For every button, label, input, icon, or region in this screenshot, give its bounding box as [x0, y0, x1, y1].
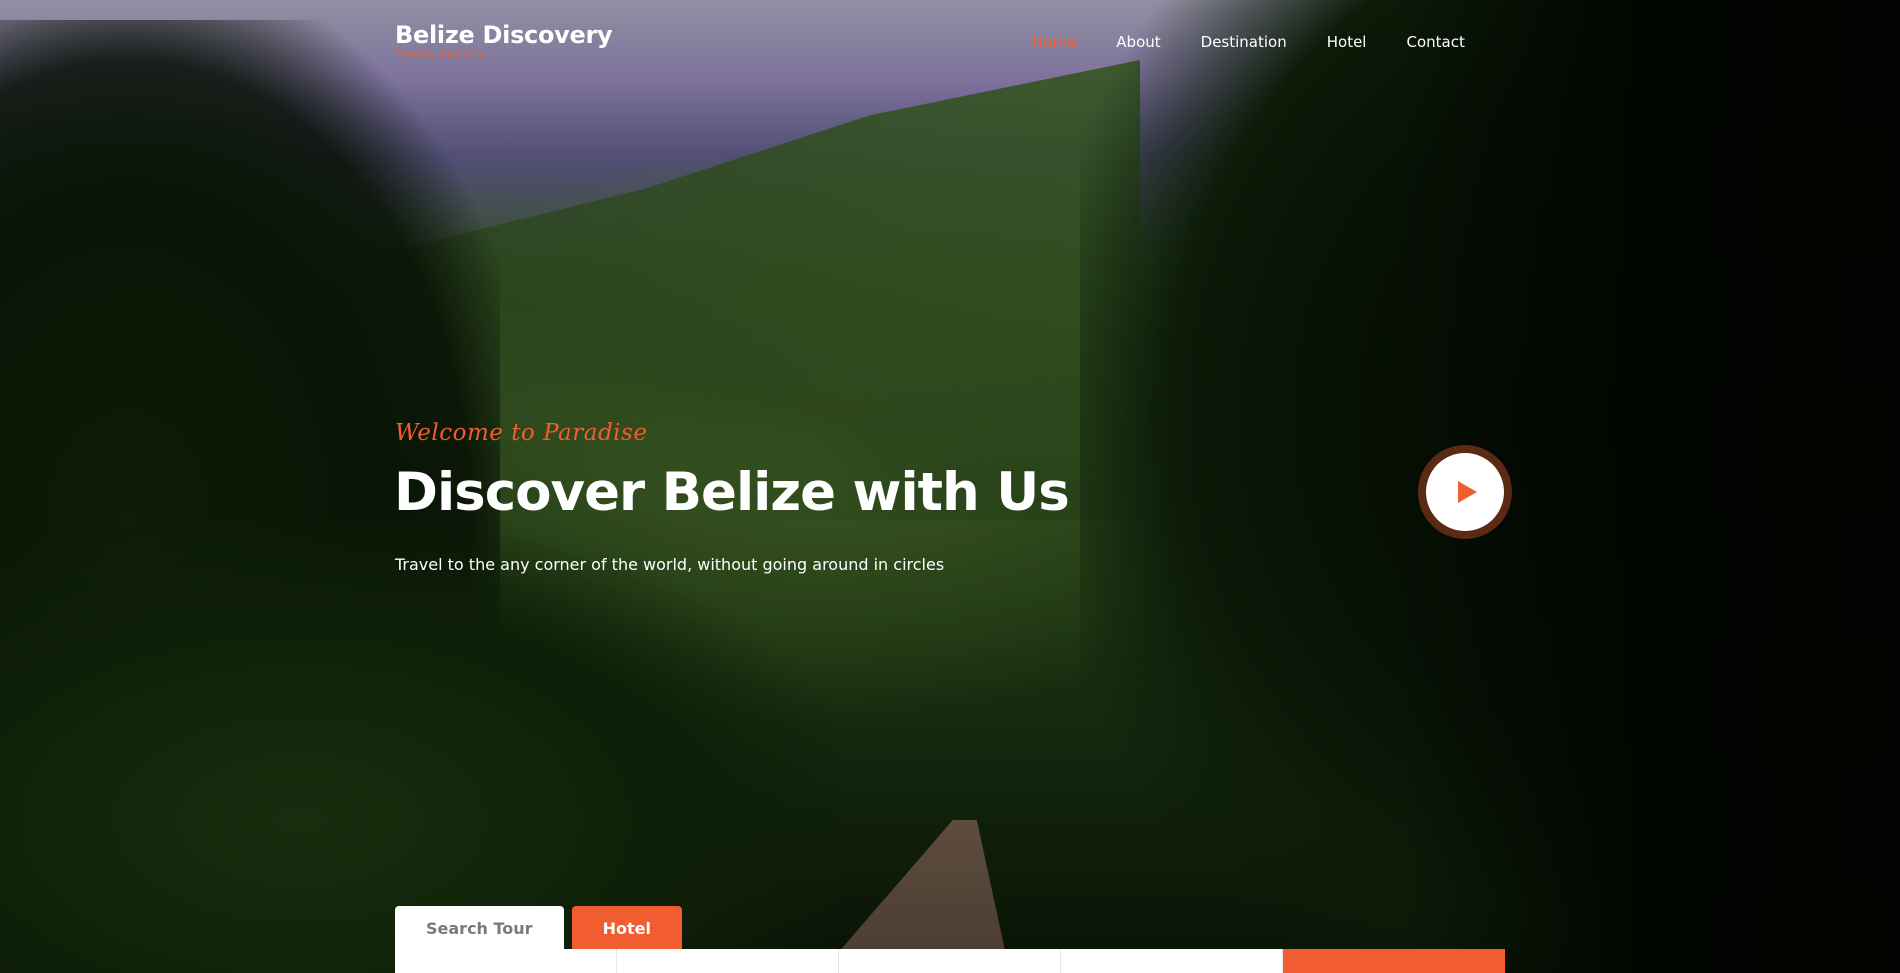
search-field-1[interactable]: [395, 949, 617, 973]
play-video-button[interactable]: [1418, 445, 1512, 539]
tab-search-tour[interactable]: Search Tour: [395, 906, 564, 950]
search-field-3[interactable]: [839, 949, 1061, 973]
brand-title: Belize Discovery: [395, 21, 613, 49]
hero-welcome: Welcome to Paradise: [395, 420, 648, 446]
nav-item-destination[interactable]: Destination: [1201, 33, 1287, 51]
nav-item-home[interactable]: Home: [1032, 33, 1076, 51]
search-submit-button[interactable]: [1283, 949, 1505, 973]
search-tabs: Search Tour Hotel: [395, 906, 682, 950]
nav-item-hotel[interactable]: Hotel: [1327, 33, 1367, 51]
hero-headline: Discover Belize with Us: [394, 462, 1070, 523]
tab-hotel[interactable]: Hotel: [571, 906, 682, 950]
hero-section: Belize Discovery TRAVEL AGENCY Home Abou…: [0, 0, 1900, 973]
hero-tagline: Travel to the any corner of the world, w…: [395, 555, 945, 574]
play-icon: [1458, 481, 1477, 503]
search-field-2[interactable]: [617, 949, 839, 973]
nav-item-contact[interactable]: Contact: [1406, 33, 1464, 51]
brand-logo[interactable]: Belize Discovery TRAVEL AGENCY: [395, 20, 613, 61]
main-nav: Home About Destination Hotel Contact: [1032, 33, 1505, 51]
search-form: [395, 949, 1505, 973]
search-field-4[interactable]: [1061, 949, 1283, 973]
play-button-inner: [1426, 453, 1504, 531]
brand-subtitle: TRAVEL AGENCY: [395, 50, 485, 60]
nav-item-about[interactable]: About: [1116, 33, 1160, 51]
